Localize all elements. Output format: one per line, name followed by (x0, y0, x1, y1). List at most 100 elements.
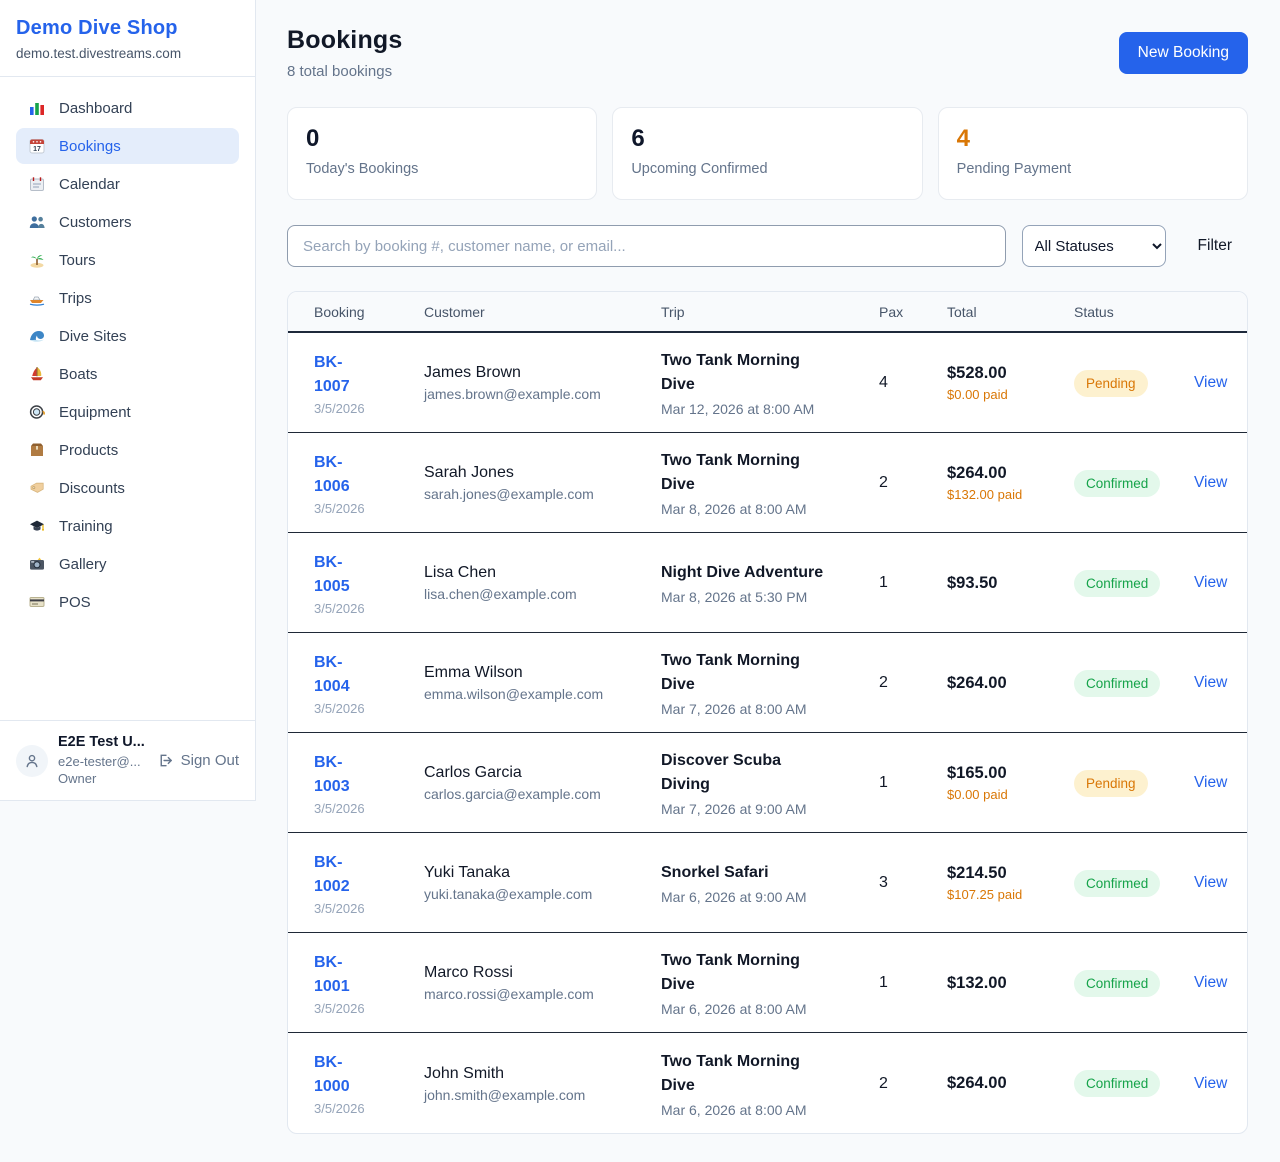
sidebar-item-training[interactable]: Training (16, 508, 239, 544)
booking-id-link[interactable]: BK-1000 (314, 1051, 370, 1099)
total-amount: $132.00 (947, 974, 1074, 993)
view-link[interactable]: View (1194, 674, 1227, 691)
customer-cell: Yuki Tanaka yuki.tanaka@example.com (424, 864, 661, 902)
total-amount: $214.50 (947, 864, 1074, 883)
booking-id-link[interactable]: BK-1006 (314, 451, 370, 499)
trip-cell: Two Tank Morning Dive Mar 7, 2026 at 8:0… (661, 649, 879, 717)
app-root: Demo Dive Shop demo.test.divestreams.com… (0, 0, 1280, 1162)
view-link[interactable]: View (1194, 474, 1227, 491)
customer-email: lisa.chen@example.com (424, 586, 661, 602)
trip-datetime: Mar 8, 2026 at 8:00 AM (661, 501, 879, 517)
sidebar-item-label: Dashboard (59, 100, 132, 117)
trip-cell: Night Dive Adventure Mar 8, 2026 at 5:30… (661, 561, 879, 605)
total-amount: $264.00 (947, 674, 1074, 693)
column-header-customer: Customer (424, 304, 661, 320)
trip-cell: Two Tank Morning Dive Mar 6, 2026 at 8:0… (661, 949, 879, 1017)
actions-cell: View (1194, 374, 1227, 392)
status-cell: Pending (1074, 370, 1194, 397)
booking-id-link[interactable]: BK-1003 (314, 751, 370, 799)
booking-id-link[interactable]: BK-1005 (314, 551, 370, 599)
trip-cell: Snorkel Safari Mar 6, 2026 at 9:00 AM (661, 861, 879, 905)
total-cell: $528.00 $0.00 paid (947, 364, 1074, 402)
trip-cell: Two Tank Morning Dive Mar 8, 2026 at 8:0… (661, 449, 879, 517)
pax-count: 4 (879, 374, 947, 392)
sidebar-item-bookings[interactable]: 17 Bookings (16, 128, 239, 164)
pax-count: 2 (879, 1075, 947, 1093)
sidebar-item-gallery[interactable]: Gallery (16, 546, 239, 582)
stat-value: 6 (631, 125, 901, 153)
booking-date: 3/5/2026 (314, 1101, 424, 1116)
stat-card-upcoming-confirmed: 6 Upcoming Confirmed (612, 107, 922, 200)
sidebar-item-customers[interactable]: Customers (16, 204, 239, 240)
view-link[interactable]: View (1194, 774, 1227, 791)
booking-id-link[interactable]: BK-1001 (314, 951, 370, 999)
column-header-pax: Pax (879, 304, 947, 320)
page-title-block: Bookings 8 total bookings (287, 26, 403, 80)
stat-card-pending-payment: 4 Pending Payment (938, 107, 1248, 200)
filter-button[interactable]: Filter (1182, 237, 1248, 255)
trip-cell: Discover Scuba Diving Mar 7, 2026 at 9:0… (661, 749, 879, 817)
customer-name: Carlos Garcia (424, 764, 661, 782)
sidebar-item-products[interactable]: Products (16, 432, 239, 468)
dashboard-icon (28, 99, 46, 117)
view-link[interactable]: View (1194, 374, 1227, 391)
sidebar-item-dashboard[interactable]: Dashboard (16, 90, 239, 126)
status-badge: Confirmed (1074, 970, 1160, 997)
customer-cell: Carlos Garcia carlos.garcia@example.com (424, 764, 661, 802)
view-link[interactable]: View (1194, 574, 1227, 591)
status-badge: Pending (1074, 770, 1148, 797)
sidebar-item-boats[interactable]: Boats (16, 356, 239, 392)
booking-id-link[interactable]: BK-1007 (314, 351, 370, 399)
booking-cell: BK-1006 3/5/2026 (314, 451, 424, 516)
sidebar-item-calendar[interactable]: Calendar (16, 166, 239, 202)
sidebar-item-discounts[interactable]: Discounts (16, 470, 239, 506)
sidebar-item-pos[interactable]: POS (16, 584, 239, 620)
sidebar-item-label: Products (59, 442, 118, 459)
paid-amount: $132.00 paid (947, 487, 1074, 502)
view-link[interactable]: View (1194, 874, 1227, 891)
trip-name: Two Tank Morning Dive (661, 449, 833, 497)
stat-value: 4 (957, 125, 1227, 153)
sidebar-item-dive-sites[interactable]: Dive Sites (16, 318, 239, 354)
bookings-table: Booking Customer Trip Pax Total Status B… (287, 291, 1248, 1134)
customer-email: carlos.garcia@example.com (424, 786, 661, 802)
table-row: BK-1004 3/5/2026 Emma Wilson emma.wilson… (288, 633, 1247, 733)
trip-name: Snorkel Safari (661, 861, 833, 885)
table-row: BK-1007 3/5/2026 James Brown james.brown… (288, 333, 1247, 433)
booking-cell: BK-1005 3/5/2026 (314, 551, 424, 616)
status-filter-select[interactable]: All Statuses (1022, 225, 1166, 267)
customer-cell: Marco Rossi marco.rossi@example.com (424, 964, 661, 1002)
customer-email: james.brown@example.com (424, 386, 661, 402)
actions-cell: View (1194, 674, 1227, 692)
dive-mask-icon (28, 403, 46, 421)
pax-count: 1 (879, 574, 947, 592)
sidebar-item-label: Bookings (59, 138, 121, 155)
status-cell: Confirmed (1074, 870, 1194, 897)
trip-datetime: Mar 6, 2026 at 8:00 AM (661, 1001, 879, 1017)
stat-card-todays-bookings: 0 Today's Bookings (287, 107, 597, 200)
booking-id-link[interactable]: BK-1002 (314, 851, 370, 899)
customer-cell: James Brown james.brown@example.com (424, 364, 661, 402)
search-input[interactable] (287, 225, 1006, 267)
booking-date: 3/5/2026 (314, 901, 424, 916)
view-link[interactable]: View (1194, 1075, 1227, 1092)
logout-icon (157, 752, 174, 769)
table-header: Booking Customer Trip Pax Total Status (288, 292, 1247, 333)
customer-name: Yuki Tanaka (424, 864, 661, 882)
sign-out-button[interactable]: Sign Out (157, 752, 239, 769)
graduation-cap-icon (28, 517, 46, 535)
new-booking-button[interactable]: New Booking (1119, 32, 1248, 74)
sidebar-item-equipment[interactable]: Equipment (16, 394, 239, 430)
actions-cell: View (1194, 474, 1227, 492)
booking-id-link[interactable]: BK-1004 (314, 651, 370, 699)
view-link[interactable]: View (1194, 974, 1227, 991)
wave-icon (28, 327, 46, 345)
actions-cell: View (1194, 1075, 1227, 1093)
trip-name: Two Tank Morning Dive (661, 649, 833, 697)
stat-label: Upcoming Confirmed (631, 161, 901, 177)
shop-name: Demo Dive Shop (16, 17, 235, 40)
sidebar-item-label: Training (59, 518, 113, 535)
sidebar-item-tours[interactable]: Tours (16, 242, 239, 278)
sidebar-item-trips[interactable]: Trips (16, 280, 239, 316)
user-role: Owner (58, 770, 145, 788)
